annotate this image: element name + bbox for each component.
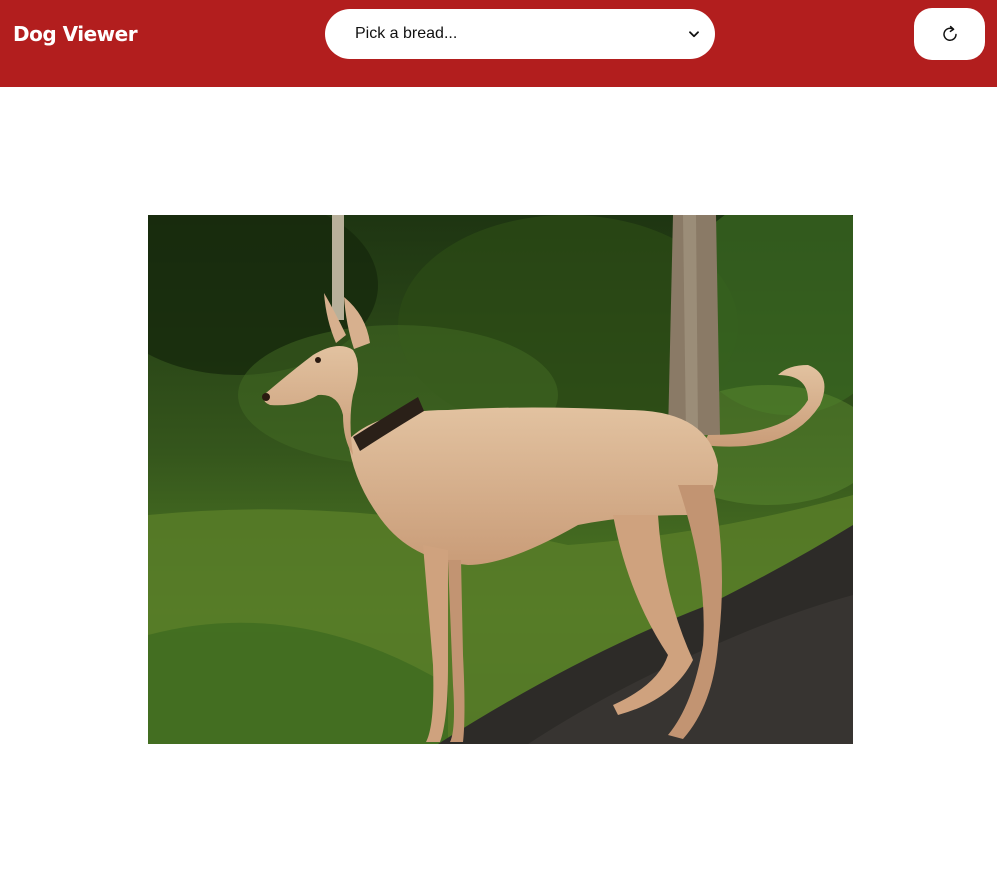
dog-photo xyxy=(148,215,853,744)
chevron-down-icon xyxy=(689,30,699,38)
app-title: Dog Viewer xyxy=(13,22,138,46)
breed-select[interactable]: Pick a bread... xyxy=(325,9,715,59)
breed-select-value: Pick a bread... xyxy=(355,25,458,42)
app-header: Dog Viewer Pick a bread... xyxy=(0,0,997,87)
refresh-button[interactable] xyxy=(914,8,985,60)
refresh-icon xyxy=(940,24,960,44)
